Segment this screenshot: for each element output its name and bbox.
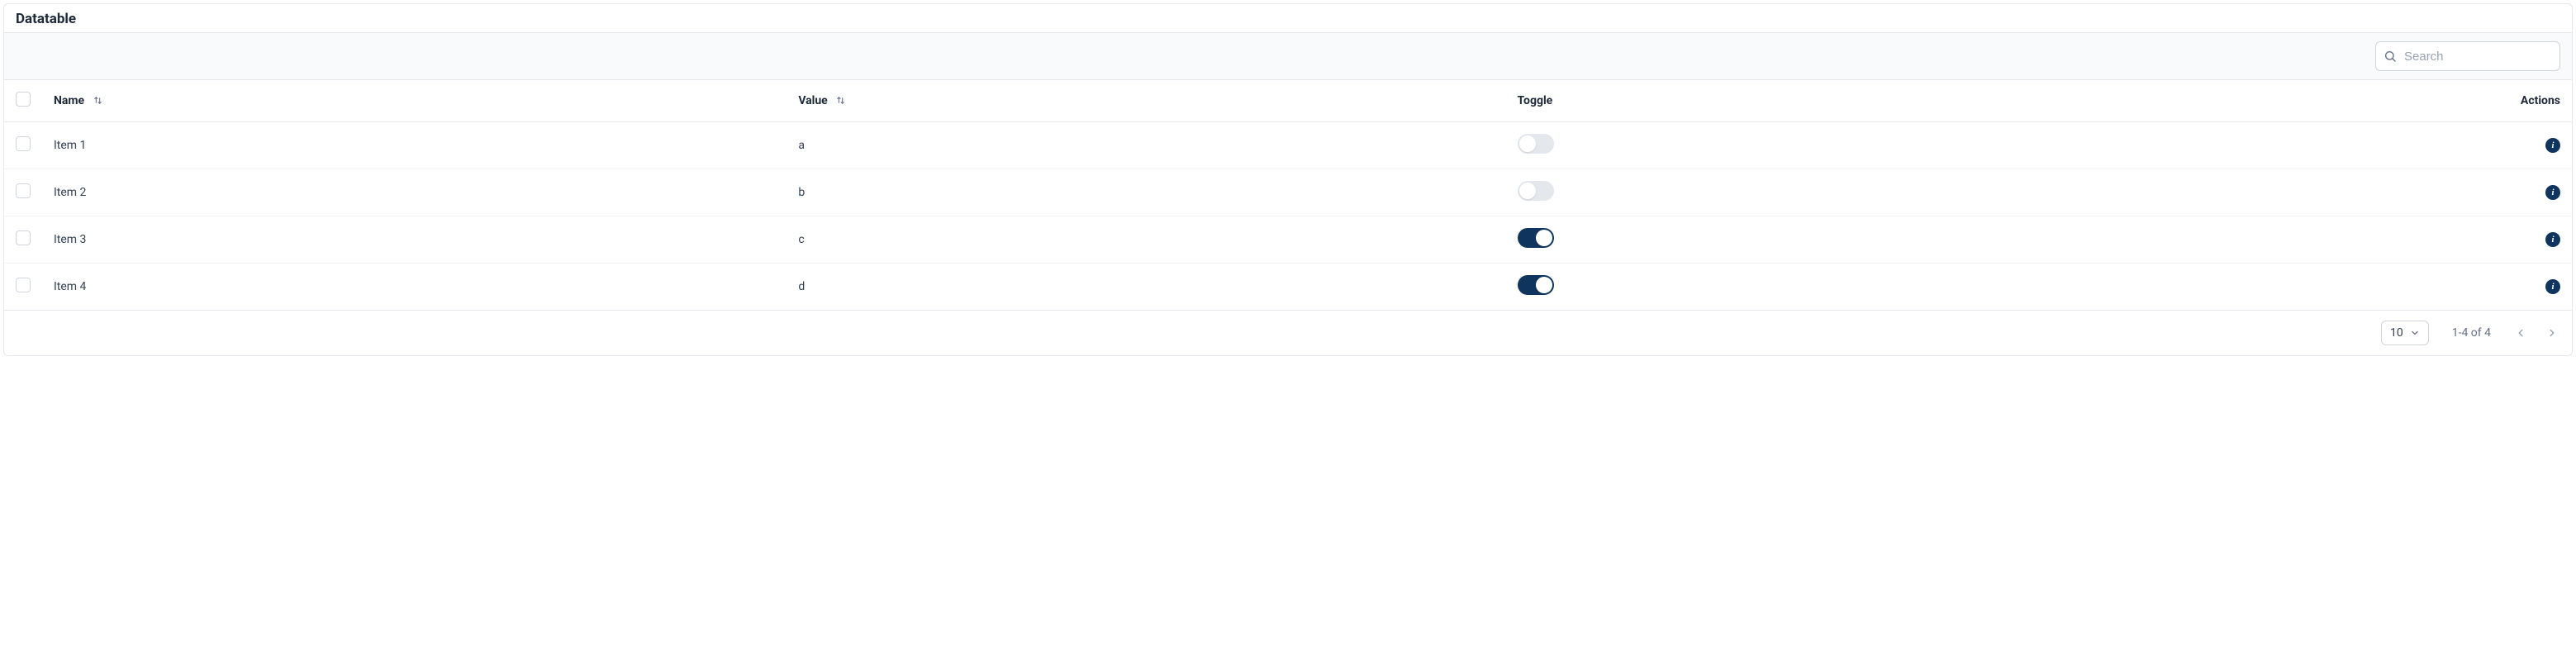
column-label: Name xyxy=(54,94,84,107)
toggle-thumb xyxy=(1519,135,1536,152)
page-title: Datatable xyxy=(4,4,2572,32)
row-toggle[interactable] xyxy=(1518,134,1554,154)
toggle-thumb xyxy=(1536,230,1552,246)
toggle-thumb xyxy=(1519,183,1536,199)
table-row: Item 3 c xyxy=(4,216,2572,264)
column-label: Actions xyxy=(2521,94,2560,107)
info-icon[interactable] xyxy=(2545,185,2560,200)
row-checkbox[interactable] xyxy=(16,136,31,151)
header-row: Name Value xyxy=(4,80,2572,122)
select-all-checkbox[interactable] xyxy=(16,92,31,107)
next-page-button[interactable] xyxy=(2545,326,2559,340)
pagination-range: 1-4 of 4 xyxy=(2452,326,2491,340)
datatable-panel: Datatable Name xyxy=(3,3,2573,356)
column-label: Value xyxy=(798,94,827,107)
chevron-down-icon xyxy=(2410,328,2420,338)
table-row: Item 4 d xyxy=(4,264,2572,311)
column-header-toggle: Toggle xyxy=(1506,80,2489,122)
row-toggle[interactable] xyxy=(1518,228,1554,248)
chevron-right-icon xyxy=(2546,327,2558,339)
column-header-actions: Actions xyxy=(2489,80,2572,122)
search-icon xyxy=(2384,50,2397,63)
toggle-thumb xyxy=(1536,277,1552,293)
info-icon[interactable] xyxy=(2545,138,2560,153)
info-icon[interactable] xyxy=(2545,279,2560,294)
column-header-name[interactable]: Name xyxy=(42,80,787,122)
page-size-value: 10 xyxy=(2390,326,2403,340)
column-header-value[interactable]: Value xyxy=(787,80,1505,122)
cell-value: b xyxy=(787,169,1505,216)
cell-name: Item 3 xyxy=(42,216,787,264)
info-icon[interactable] xyxy=(2545,232,2560,247)
table-row: Item 1 a xyxy=(4,122,2572,169)
row-toggle[interactable] xyxy=(1518,181,1554,201)
table-footer: 10 1-4 of 4 xyxy=(4,311,2572,355)
row-checkbox[interactable] xyxy=(16,278,31,292)
prev-page-button[interactable] xyxy=(2514,326,2527,340)
cell-name: Item 2 xyxy=(42,169,787,216)
cell-value: a xyxy=(787,122,1505,169)
row-toggle[interactable] xyxy=(1518,275,1554,295)
cell-name: Item 1 xyxy=(42,122,787,169)
sort-icon xyxy=(835,95,846,106)
sort-icon xyxy=(93,95,103,106)
toolbar xyxy=(4,32,2572,80)
row-checkbox[interactable] xyxy=(16,183,31,198)
pager xyxy=(2514,326,2559,340)
cell-name: Item 4 xyxy=(42,264,787,311)
data-table: Name Value xyxy=(4,80,2572,311)
search-input[interactable] xyxy=(2375,41,2560,71)
page-size-select[interactable]: 10 xyxy=(2381,321,2429,345)
table-row: Item 2 b xyxy=(4,169,2572,216)
row-checkbox[interactable] xyxy=(16,230,31,245)
cell-value: c xyxy=(787,216,1505,264)
chevron-left-icon xyxy=(2515,327,2526,339)
cell-value: d xyxy=(787,264,1505,311)
search-field xyxy=(2375,41,2560,71)
column-label: Toggle xyxy=(1518,94,1553,107)
